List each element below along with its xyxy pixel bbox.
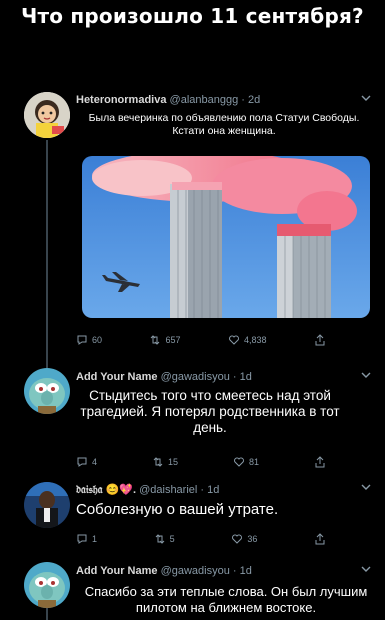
tweet-photo[interactable]	[82, 156, 370, 318]
reply-icon	[77, 457, 87, 467]
timestamp[interactable]: · 1d	[233, 565, 252, 577]
retweet-icon	[155, 534, 165, 544]
timestamp[interactable]: · 1d	[200, 484, 219, 496]
tweet-header: Add Your Name @gawadisyou · 1d	[76, 371, 252, 383]
handle[interactable]: @alanbanggg	[170, 94, 239, 106]
handle[interactable]: @gawadisyou	[161, 371, 230, 383]
share-icon	[315, 334, 325, 346]
reply-count: 60	[92, 335, 103, 345]
heart-icon	[234, 457, 244, 467]
chevron-down-icon[interactable]	[361, 93, 371, 106]
tweet-header: Add Your Name @gawadisyou · 1d	[76, 565, 252, 577]
retweet-icon	[153, 457, 163, 467]
share-icon	[315, 456, 325, 468]
retweet-count: 15	[168, 457, 179, 467]
tweet-text: Стыдитесь того что смеетесь над этой тра…	[80, 388, 340, 436]
retweet-icon	[151, 335, 160, 345]
avatar[interactable]	[24, 562, 70, 608]
handle[interactable]: @gawadisyou	[161, 565, 230, 577]
reply-icon	[77, 335, 87, 345]
tweet-text: Была вечеринка по объявлению пола Статуи…	[88, 112, 360, 137]
timestamp[interactable]: · 2d	[241, 94, 260, 106]
like-button[interactable]: 36	[231, 533, 257, 545]
avatar[interactable]	[24, 368, 70, 414]
display-name[interactable]: Add Your Name	[76, 565, 158, 577]
share-icon	[315, 533, 325, 545]
reply-count: 1	[92, 534, 98, 544]
tweet-actions: 4 15 81	[76, 456, 326, 468]
heart-icon	[232, 534, 243, 544]
tweet-actions: 60 657 4,838	[76, 334, 326, 346]
reply-count: 4	[92, 457, 98, 467]
timestamp[interactable]: · 1d	[233, 371, 252, 383]
retweet-button[interactable]: 5	[154, 533, 175, 545]
reply-button[interactable]: 60	[76, 334, 102, 346]
reply-button[interactable]: 4	[76, 456, 97, 468]
share-button[interactable]	[314, 533, 326, 545]
retweet-count: 657	[165, 335, 181, 345]
like-count: 4,838	[243, 335, 267, 345]
avatar[interactable]	[24, 482, 70, 528]
heart-icon	[229, 335, 239, 345]
display-name[interactable]: 𝔡𝔞𝔦𝔰𝔥𝔞 😊💖.	[76, 484, 136, 496]
handle[interactable]: @daishariel	[139, 484, 197, 496]
chevron-down-icon[interactable]	[361, 370, 371, 383]
retweet-button[interactable]: 657	[149, 334, 181, 346]
avatar[interactable]	[24, 92, 70, 138]
share-button[interactable]	[314, 456, 326, 468]
like-count: 81	[249, 457, 260, 467]
share-button[interactable]	[314, 334, 326, 346]
reply-button[interactable]: 1	[76, 533, 97, 545]
display-name[interactable]: Heteronormadiva	[76, 94, 166, 106]
display-name[interactable]: Add Your Name	[76, 371, 158, 383]
like-button[interactable]: 4,838	[228, 334, 267, 346]
reply-icon	[77, 534, 87, 544]
tweet-actions: 1 5 36	[76, 533, 326, 545]
meme-title: Что произошло 11 сентября?	[21, 4, 364, 28]
tweet-text: Соболезную о вашей утрате.	[76, 501, 279, 518]
retweet-button[interactable]: 15	[152, 456, 178, 468]
like-count: 36	[247, 534, 258, 544]
retweet-count: 5	[169, 534, 175, 544]
tweet-header: Heteronormadiva @alanbanggg · 2d	[76, 94, 260, 106]
chevron-down-icon[interactable]	[361, 482, 371, 495]
like-button[interactable]: 81	[233, 456, 259, 468]
tweet-header: 𝔡𝔞𝔦𝔰𝔥𝔞 😊💖. @daishariel · 1d	[76, 483, 219, 497]
chevron-down-icon[interactable]	[361, 564, 371, 577]
tweet-text: Спасибо за эти теплые слова. Он был лучш…	[84, 584, 368, 615]
thread-line	[46, 140, 48, 368]
